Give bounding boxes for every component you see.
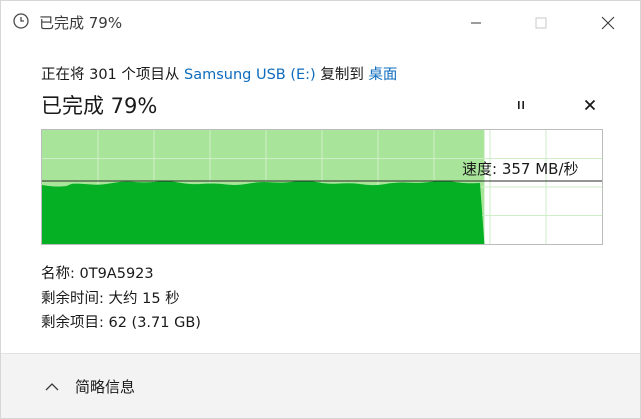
fewer-details-label: 简略信息 xyxy=(75,378,136,396)
file-name: 名称: 0T9A5923 xyxy=(41,266,154,282)
close-icon xyxy=(601,16,615,30)
maximize-icon xyxy=(535,17,547,29)
close-window-button[interactable] xyxy=(585,1,631,45)
chevron-up-icon xyxy=(45,382,59,392)
window-title: 已完成 79% xyxy=(39,14,123,32)
title-bar[interactable]: 已完成 79% xyxy=(1,1,640,45)
speed-label: 速度: 357 MB/秒 xyxy=(462,160,579,178)
speed-graph xyxy=(41,129,603,245)
copy-details: 名称: 0T9A5923 剩余时间: 大约 15 秒 剩余项目: 62 (3.7… xyxy=(41,262,201,336)
footer: 简略信息 xyxy=(1,353,640,418)
progress-heading: 已完成 79% xyxy=(41,94,158,118)
time-remaining: 剩余时间: 大约 15 秒 xyxy=(41,290,180,307)
file-copy-dialog: 已完成 79% 正在将 301 个项目从 Samsung USB (E:) 复制… xyxy=(0,0,641,419)
minimize-icon xyxy=(471,22,481,24)
cancel-icon xyxy=(584,99,596,111)
destination-link[interactable]: 桌面 xyxy=(368,67,397,83)
minimize-button[interactable] xyxy=(453,1,499,45)
items-remaining: 剩余项目: 62 (3.71 GB) xyxy=(41,315,201,331)
copy-middle: 复制到 xyxy=(315,67,369,83)
source-link[interactable]: Samsung USB (E:) xyxy=(184,67,316,83)
pause-icon xyxy=(518,101,524,109)
copy-description: 正在将 301 个项目从 Samsung USB (E:) 复制到 桌面 xyxy=(41,63,397,84)
fewer-details-toggle[interactable]: 简略信息 xyxy=(45,376,135,397)
copy-prefix: 正在将 301 个项目从 xyxy=(41,67,185,83)
speed-area xyxy=(42,180,485,244)
pause-button[interactable] xyxy=(509,93,533,117)
cancel-copy-button[interactable] xyxy=(578,93,602,117)
maximize-button[interactable] xyxy=(518,1,564,45)
speed-graph-canvas xyxy=(42,130,602,244)
clock-icon xyxy=(13,13,29,29)
